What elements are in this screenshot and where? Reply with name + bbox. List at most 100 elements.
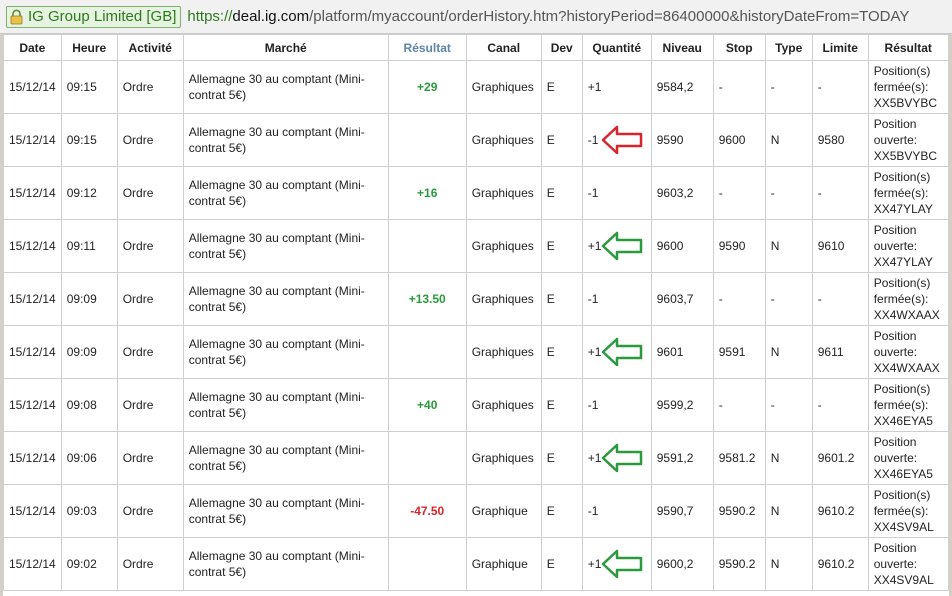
cell-date-text: 15/12/14 [9, 451, 56, 465]
table-row[interactable]: 15/12/14 09:03 Ordre Allemagne 30 au compta… [3, 484, 949, 538]
cell-activite-text: Ordre [122, 186, 154, 200]
cell-activite: Ordre [116, 219, 184, 273]
cell-canal-text: Graphiques [471, 133, 534, 147]
cell-marche-text: Allemagne 30 au comptant (Mini-contrat 5… [188, 549, 365, 579]
green-left-arrow-icon [601, 337, 642, 367]
cell-marche-text: Allemagne 30 au comptant (Mini-contrat 5… [188, 443, 365, 473]
cell-date-text: 15/12/14 [9, 239, 56, 253]
cell-activite-text: Ordre [122, 292, 154, 306]
col-header-quantite[interactable]: Quantité [581, 34, 652, 61]
cell-niveau: 9600 [650, 219, 714, 273]
cell-canal-text: Graphiques [471, 186, 534, 200]
table-row[interactable]: 15/12/14 09:06 Ordre Allemagne 30 au compta… [3, 431, 949, 485]
url-host: deal.ig.com [232, 8, 310, 25]
site-identity-badge[interactable]: IG Group Limited [GB] [6, 5, 182, 28]
table-row[interactable]: 15/12/14 09:08 Ordre Allemagne 30 au compta… [3, 378, 949, 432]
col-header-resultat-pnl[interactable]: Résultat [387, 34, 467, 61]
address-bar[interactable]: IG Group Limited [GB] https://deal.ig.co… [0, 0, 952, 34]
cell-type: N [764, 325, 813, 379]
cell-type: - [764, 60, 813, 114]
cell-quantite: +1 [581, 431, 652, 485]
cell-resultat-pnl-text: -47.50 [410, 504, 445, 518]
cell-niveau: 9600,2 [650, 537, 714, 591]
table-row[interactable]: 15/12/14 09:11 Ordre Allemagne 30 au compta… [3, 219, 949, 273]
cell-marche-text: Allemagne 30 au comptant (Mini-contrat 5… [188, 337, 365, 367]
cell-quantite: +1 [581, 537, 652, 591]
col-header-resultat-detail[interactable]: Résultat [867, 34, 949, 61]
table-row[interactable]: 15/12/14 09:02 Ordre Allemagne 30 au compta… [3, 537, 949, 591]
cell-type-text: - [770, 80, 775, 94]
cell-canal: Graphiques [465, 166, 542, 220]
cell-activite-text: Ordre [122, 504, 154, 518]
cell-quantite-text: +1 [587, 239, 602, 253]
cell-heure-text: 09:09 [66, 292, 97, 306]
col-header-date[interactable]: Date [3, 34, 62, 61]
cell-heure: 09:02 [60, 537, 118, 591]
cell-date: 15/12/14 [3, 378, 62, 432]
cell-type: N [764, 537, 813, 591]
col-header-heure[interactable]: Heure [60, 34, 118, 61]
cell-niveau-text: 9600 [656, 239, 684, 253]
cell-quantite-text: -1 [587, 292, 599, 306]
cell-activite: Ordre [116, 166, 184, 220]
cell-heure-text: 09:08 [66, 398, 97, 412]
cell-quantite-text: -1 [587, 504, 599, 518]
cell-heure: 09:09 [60, 272, 118, 326]
cell-type-text: - [770, 292, 775, 306]
cell-limite-text: 9610 [817, 239, 845, 253]
cell-heure: 09:15 [60, 60, 118, 114]
col-header-canal[interactable]: Canal [465, 34, 542, 61]
cell-marche: Allemagne 30 au comptant (Mini-contrat 5… [182, 113, 389, 167]
cell-limite: 9601.2 [811, 431, 869, 485]
cell-quantite: -1 [581, 272, 652, 326]
cell-quantite: +1 [581, 325, 652, 379]
green-left-arrow-icon [601, 549, 642, 579]
cell-dev-text: E [546, 133, 555, 147]
col-header-activite[interactable]: Activité [116, 34, 184, 61]
cell-date: 15/12/14 [3, 484, 62, 538]
cell-type-text: - [770, 186, 775, 200]
table-row[interactable]: 15/12/14 09:15 Ordre Allemagne 30 au compta… [3, 60, 949, 114]
cell-dev: E [540, 378, 583, 432]
cell-type-text: N [770, 451, 780, 465]
table-row[interactable]: 15/12/14 09:12 Ordre Allemagne 30 au compta… [3, 166, 949, 220]
cell-limite: - [811, 272, 869, 326]
cell-quantite: -1 [581, 166, 652, 220]
cell-heure: 09:03 [60, 484, 118, 538]
cell-canal: Graphiques [465, 431, 542, 485]
cell-niveau: 9584,2 [650, 60, 714, 114]
cell-quantite-text: -1 [587, 133, 599, 147]
col-header-niveau[interactable]: Niveau [650, 34, 714, 61]
header-row: Date Heure Activité Marché Résultat Cana… [3, 34, 949, 61]
cell-date-text: 15/12/14 [9, 186, 56, 200]
col-header-stop[interactable]: Stop [712, 34, 766, 61]
cell-dev: E [540, 166, 583, 220]
col-header-limite[interactable]: Limite [811, 34, 869, 61]
url-path: /platform/myaccount/orderHistory.htm?his… [309, 8, 910, 25]
cell-limite: - [811, 60, 869, 114]
cell-stop-text: 9591 [718, 345, 746, 359]
cell-marche: Allemagne 30 au comptant (Mini-contrat 5… [182, 166, 389, 220]
cell-limite: 9610.2 [811, 537, 869, 591]
col-header-marche[interactable]: Marché [182, 34, 389, 61]
cell-resultat-detail-text: Position(s) fermée(s): XX4SV9AL [873, 488, 934, 534]
cell-heure-text: 09:06 [66, 451, 97, 465]
cell-heure-text: 09:02 [66, 557, 97, 571]
cell-quantite: -1 [581, 378, 652, 432]
cell-resultat-pnl [387, 325, 467, 379]
table-row[interactable]: 15/12/14 09:09 Ordre Allemagne 30 au compta… [3, 325, 949, 379]
table-row[interactable]: 15/12/14 09:09 Ordre Allemagne 30 au compta… [3, 272, 949, 326]
col-header-type[interactable]: Type [764, 34, 813, 61]
cell-canal-text: Graphiques [471, 451, 534, 465]
col-header-dev[interactable]: Dev [540, 34, 583, 61]
cell-resultat-pnl-text: +40 [417, 398, 438, 412]
cell-niveau-text: 9584,2 [656, 80, 694, 94]
cell-resultat-detail-text: Position(s) fermée(s): XX47YLAY [873, 170, 933, 216]
url-text[interactable]: https://deal.ig.com/platform/myaccount/o… [187, 8, 909, 25]
cell-type: N [764, 219, 813, 273]
cell-canal: Graphiques [465, 272, 542, 326]
cell-marche-text: Allemagne 30 au comptant (Mini-contrat 5… [188, 390, 365, 420]
cell-date: 15/12/14 [3, 272, 62, 326]
cell-canal-text: Graphiques [471, 345, 534, 359]
table-row[interactable]: 15/12/14 09:15 Ordre Allemagne 30 au compta… [3, 113, 949, 167]
